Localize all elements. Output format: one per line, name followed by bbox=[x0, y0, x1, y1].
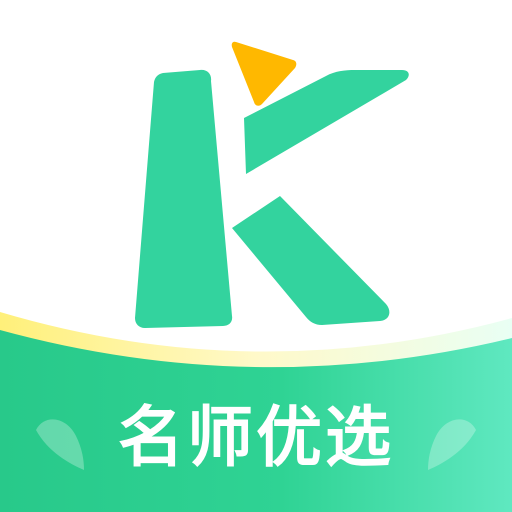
app-icon[interactable]: 名师优选 bbox=[0, 0, 512, 512]
slogan-text: 名师优选 bbox=[118, 399, 394, 476]
play-triangle-icon bbox=[231, 41, 297, 106]
k-logo-mark bbox=[135, 69, 409, 328]
